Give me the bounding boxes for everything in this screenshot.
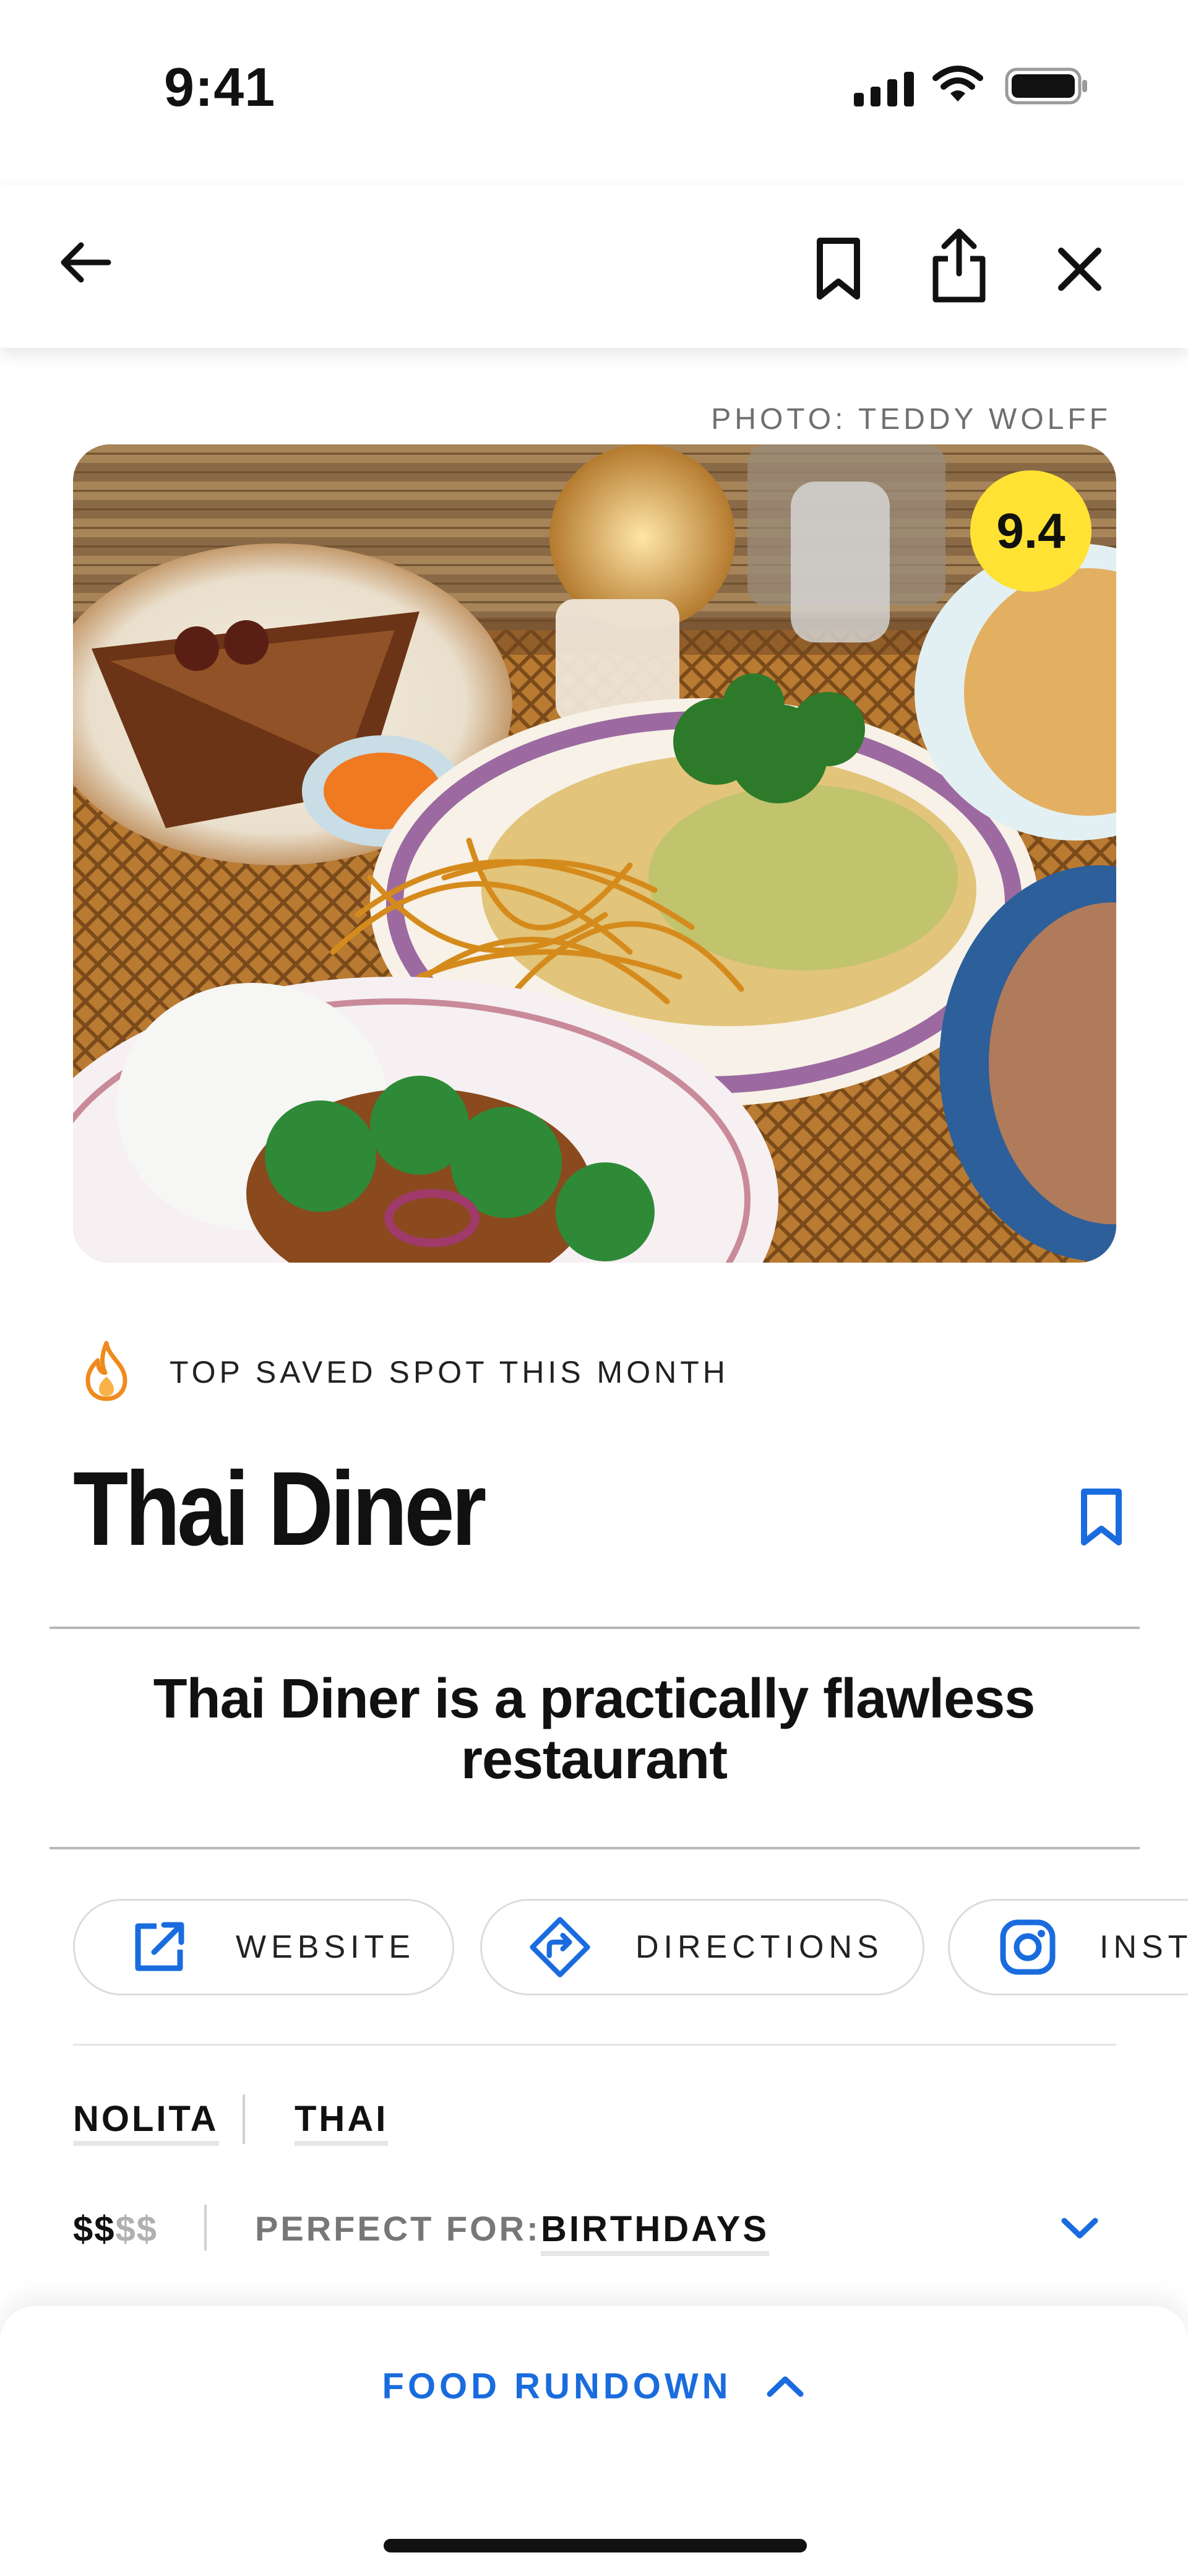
header-bookmark-button[interactable] [804, 229, 872, 309]
price-inactive: $$ [115, 2209, 158, 2249]
divider [73, 2044, 1116, 2046]
directions-button[interactable]: DIRECTIONS [480, 1899, 924, 1995]
back-button[interactable] [52, 225, 120, 300]
share-icon [932, 228, 986, 303]
detail-separator [204, 2205, 207, 2250]
neighborhood-tag[interactable]: NOLITA [73, 2098, 219, 2146]
close-button[interactable] [1046, 235, 1114, 303]
divider [50, 1847, 1140, 1849]
top-nav-bar [0, 186, 1188, 348]
rating-badge: 9.4 [970, 470, 1091, 592]
status-time: 9:41 [164, 56, 276, 118]
website-button[interactable]: WEBSITE [73, 1899, 454, 1995]
restaurant-name: Thai Diner [73, 1450, 486, 1568]
price-active: $$ [73, 2209, 116, 2249]
website-label: WEBSITE [236, 1929, 416, 1965]
perfect-for-tag[interactable]: BIRTHDAYS [541, 2208, 770, 2256]
divider [50, 1627, 1140, 1629]
share-button[interactable] [922, 223, 996, 309]
close-icon [1058, 248, 1101, 291]
hero-image[interactable] [73, 444, 1116, 1263]
instagram-button[interactable]: INSTA [948, 1899, 1188, 1995]
food-rundown-toggle[interactable]: FOOD RUNDOWN [0, 2366, 1188, 2407]
battery-icon [1005, 67, 1087, 105]
home-indicator [384, 2539, 807, 2552]
external-link-icon [128, 1916, 190, 1978]
restaurant-tagline: Thai Diner is a practically flawless res… [153, 1668, 1036, 1791]
chevron-down-icon [1061, 2218, 1098, 2239]
bottom-sheet [0, 2306, 1188, 2576]
instagram-label: INSTA [1100, 1929, 1188, 1965]
perfect-for-label: PERFECT FOR: [255, 2209, 541, 2248]
expand-details-button[interactable] [1052, 2203, 1108, 2253]
food-rundown-label: FOOD RUNDOWN [382, 2366, 732, 2406]
price-level: $$$$ [73, 2208, 158, 2250]
directions-label: DIRECTIONS [635, 1929, 884, 1965]
flame-icon [85, 1341, 127, 1401]
instagram-icon [997, 1916, 1059, 1978]
tag-separator [243, 2094, 245, 2144]
bookmark-icon [817, 238, 860, 300]
bookmark-icon [1081, 1489, 1122, 1545]
chevron-up-icon [767, 2376, 804, 2397]
cuisine-tag[interactable]: THAI [295, 2098, 389, 2146]
photo-credit: PHOTO: TEDDY WOLFF [711, 403, 1111, 436]
top-saved-label: TOP SAVED SPOT THIS MONTH [170, 1355, 729, 1390]
wifi-icon [932, 66, 983, 102]
signal-icon [854, 69, 916, 106]
arrow-left-icon [61, 242, 111, 283]
save-restaurant-button[interactable] [1077, 1485, 1126, 1550]
directions-icon [529, 1916, 591, 1978]
